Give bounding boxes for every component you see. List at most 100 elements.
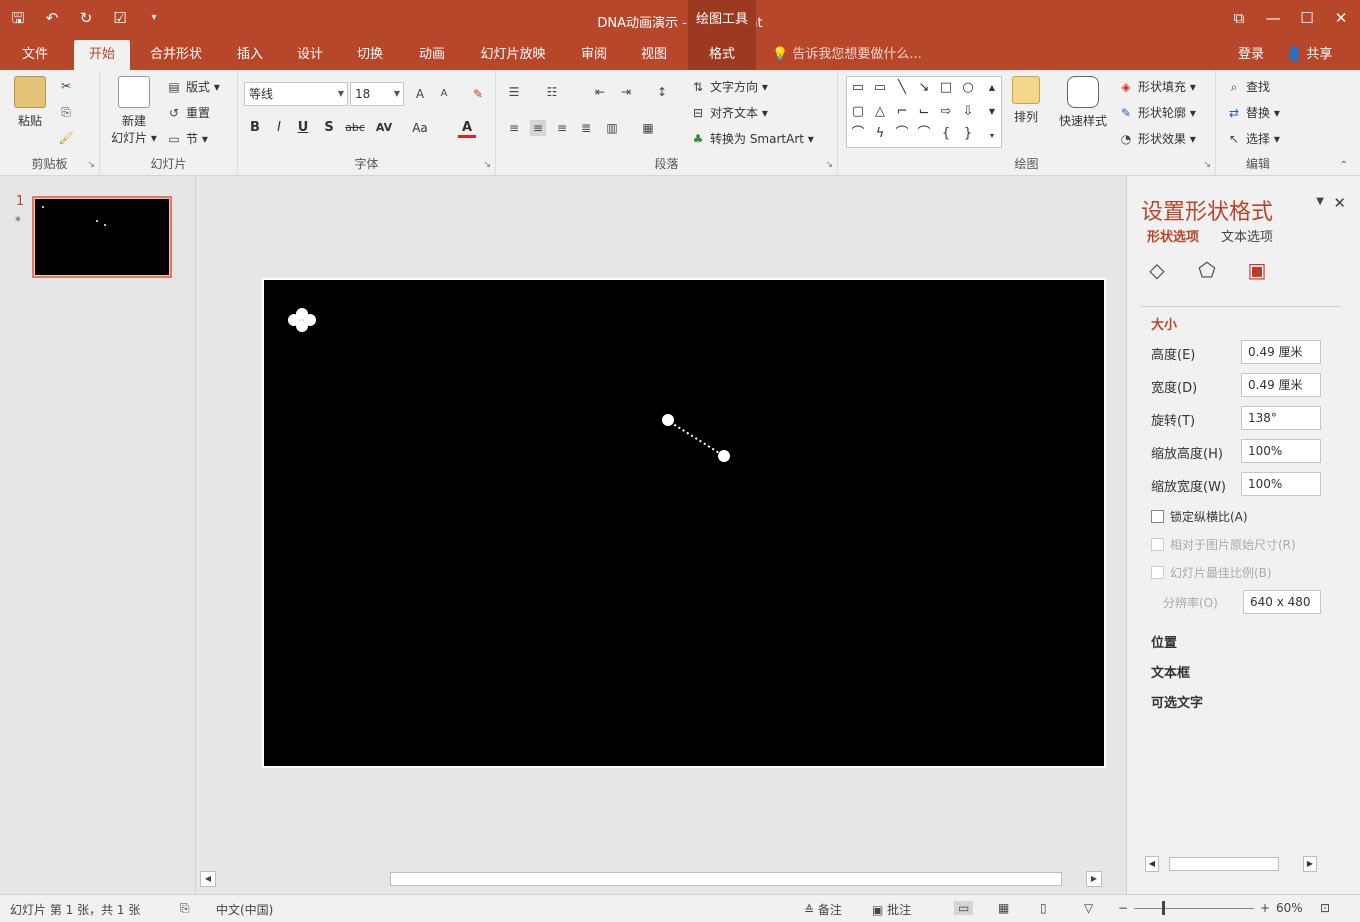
fit-slide-icon[interactable]: ⊡ [1320, 901, 1330, 915]
rotation-field[interactable]: 138° [1241, 406, 1321, 430]
scroll-thumb[interactable] [1169, 857, 1279, 871]
tab-animations[interactable]: 动画 [408, 40, 456, 70]
height-field[interactable]: 0.49 厘米 [1241, 340, 1321, 364]
scroll-thumb[interactable] [390, 872, 1062, 886]
justify-button[interactable]: ≣ [578, 120, 594, 136]
language-indicator[interactable]: 中文(中国) [216, 901, 273, 918]
section-position[interactable]: 位置 [1151, 632, 1177, 651]
pane-horizontal-scrollbar[interactable]: ◀ ▶ [1145, 856, 1317, 872]
size-properties-icon[interactable]: ▣ [1245, 258, 1269, 282]
zoom-in-icon[interactable]: + [1260, 901, 1270, 915]
tab-home[interactable]: 开始 [74, 40, 130, 70]
smartart-button[interactable]: ♣ 转换为 SmartArt ▾ [690, 130, 814, 147]
slide-thumbnail[interactable] [32, 196, 172, 278]
comments-button[interactable]: ▣ 批注 [872, 901, 911, 918]
shrink-font-button[interactable]: A [436, 86, 452, 102]
scroll-right-icon[interactable]: ▶ [1086, 871, 1102, 887]
align-text-button[interactable]: ⊟ 对齐文本 ▾ [690, 104, 768, 121]
ribbon-display-icon[interactable]: ⧉ [1230, 8, 1248, 28]
tab-shape-options[interactable]: 形状选项 [1147, 226, 1199, 245]
zoom-out-icon[interactable]: − [1118, 901, 1128, 915]
triangle-shape-icon[interactable]: △ [871, 103, 889, 121]
tab-merge-shapes[interactable]: 合并形状 [140, 40, 212, 70]
paste-button[interactable]: 粘贴 [8, 76, 52, 129]
section-size[interactable]: 大小 [1151, 314, 1177, 333]
grow-font-button[interactable]: A [412, 86, 428, 102]
italic-button[interactable]: I [270, 118, 288, 138]
tab-view[interactable]: 视图 [630, 40, 678, 70]
change-case-button[interactable]: Aa [408, 118, 432, 138]
shapes-gallery[interactable]: ▭ ▭ ╲ ↘ □ ○ ▢ △ ⌐ ⌙ ⇨ ⇩ ⌒ ϟ ⌒ ⌒ { } ▲ ▼ … [846, 76, 1002, 148]
section-button[interactable]: ▭ 节 ▾ [166, 130, 208, 147]
arrow-line-shape-icon[interactable]: ↘ [915, 79, 933, 97]
replace-button[interactable]: ⇄ 替换 ▾ [1226, 104, 1280, 121]
effects-pentagon-icon[interactable]: ⬠ [1195, 258, 1219, 282]
scroll-right-icon[interactable]: ▶ [1303, 856, 1317, 872]
new-slide-button[interactable]: 新建 幻灯片 ▾ [106, 76, 162, 146]
width-field[interactable]: 0.49 厘米 [1241, 373, 1321, 397]
horizontal-scrollbar[interactable]: ◀ ▶ [200, 870, 1104, 888]
tab-review[interactable]: 审阅 [570, 40, 618, 70]
paragraph-launcher-icon[interactable]: ↘ [825, 160, 833, 170]
columns-button[interactable]: ▦ [640, 120, 656, 136]
align-center-button[interactable]: ≡ [530, 120, 546, 136]
zoom-level[interactable]: 60% [1276, 901, 1303, 915]
clear-format-button[interactable]: ✎ [470, 86, 486, 102]
shadow-button[interactable]: S [320, 118, 338, 138]
tab-transitions[interactable]: 切换 [346, 40, 394, 70]
reading-view-icon[interactable]: ▯ [1040, 901, 1047, 915]
quick-styles-button[interactable]: 快速样式 [1054, 76, 1112, 129]
close-icon[interactable]: ✕ [1332, 8, 1350, 28]
clipboard-launcher-icon[interactable]: ↘ [87, 160, 95, 170]
arc-shape-icon[interactable]: ⌒ [915, 125, 933, 143]
close-icon[interactable]: ✕ [1333, 194, 1346, 212]
bullets-button[interactable]: ☰ [506, 84, 522, 100]
share-button[interactable]: 👤 共享 [1286, 40, 1332, 70]
vtextbox-shape-icon[interactable]: ▭ [871, 79, 889, 97]
shape-fill-button[interactable]: ◈ 形状填充 ▾ [1118, 78, 1195, 95]
slide-sorter-icon[interactable]: ▦ [998, 901, 1009, 915]
select-button[interactable]: ↖ 选择 ▾ [1226, 130, 1280, 147]
scroll-left-icon[interactable]: ◀ [200, 871, 216, 887]
tab-format[interactable]: 格式 [688, 40, 756, 70]
slideshow-icon[interactable]: ▽ [1084, 901, 1093, 915]
right-arrow-shape-icon[interactable]: ⇨ [937, 103, 955, 121]
strikethrough-button[interactable]: abc [342, 118, 368, 138]
tab-insert[interactable]: 插入 [226, 40, 274, 70]
numbering-button[interactable]: ☷ [544, 84, 560, 100]
zoom-slider-thumb[interactable] [1162, 901, 1165, 915]
shape-dot[interactable] [662, 414, 674, 426]
tab-file[interactable]: 文件 [12, 40, 58, 70]
gallery-up-icon[interactable]: ▲ [983, 79, 1001, 97]
zoom-slider[interactable] [1134, 908, 1254, 909]
tab-text-options[interactable]: 文本选项 [1221, 226, 1273, 245]
font-size-combo[interactable]: 18 ▼ [350, 82, 404, 106]
bold-button[interactable]: B [246, 118, 264, 138]
cut-button[interactable]: ✂ [58, 78, 74, 94]
arrange-button[interactable]: 排列 [1006, 76, 1046, 125]
section-textbox[interactable]: 文本框 [1151, 662, 1190, 681]
format-painter-button[interactable]: 🖌 [58, 130, 74, 146]
increase-indent-button[interactable]: ⇥ [618, 84, 634, 100]
right-brace-shape-icon[interactable]: } [959, 125, 977, 143]
drawing-launcher-icon[interactable]: ↘ [1203, 160, 1211, 170]
normal-view-icon[interactable]: ▭ [954, 901, 974, 915]
reset-button[interactable]: ↺ 重置 [166, 104, 210, 121]
login-button[interactable]: 登录 [1238, 40, 1264, 70]
line-shape-icon[interactable]: ╲ [893, 79, 911, 97]
copy-button[interactable]: ⎘ [58, 104, 74, 120]
collapse-ribbon-icon[interactable]: ⌃ [1340, 160, 1348, 171]
minimize-icon[interactable]: — [1264, 8, 1282, 28]
pane-options-icon[interactable]: ▼ [1316, 196, 1324, 207]
rounded-rect-shape-icon[interactable]: ▢ [849, 103, 867, 121]
align-right-button[interactable]: ≡ [554, 120, 570, 136]
font-color-button[interactable]: A [458, 118, 476, 138]
oval-shape-icon[interactable]: ○ [959, 79, 977, 97]
lightning-shape-icon[interactable]: ϟ [871, 125, 889, 143]
slide[interactable] [262, 278, 1106, 768]
find-button[interactable]: ⌕ 查找 [1226, 78, 1270, 95]
elbow-shape-icon[interactable]: ⌐ [893, 103, 911, 121]
font-name-combo[interactable]: 等线 ▼ [244, 82, 348, 106]
lock-ratio-checkbox[interactable]: 锁定纵横比(A) [1151, 508, 1248, 525]
line-spacing-button[interactable]: ↕ [654, 84, 670, 100]
